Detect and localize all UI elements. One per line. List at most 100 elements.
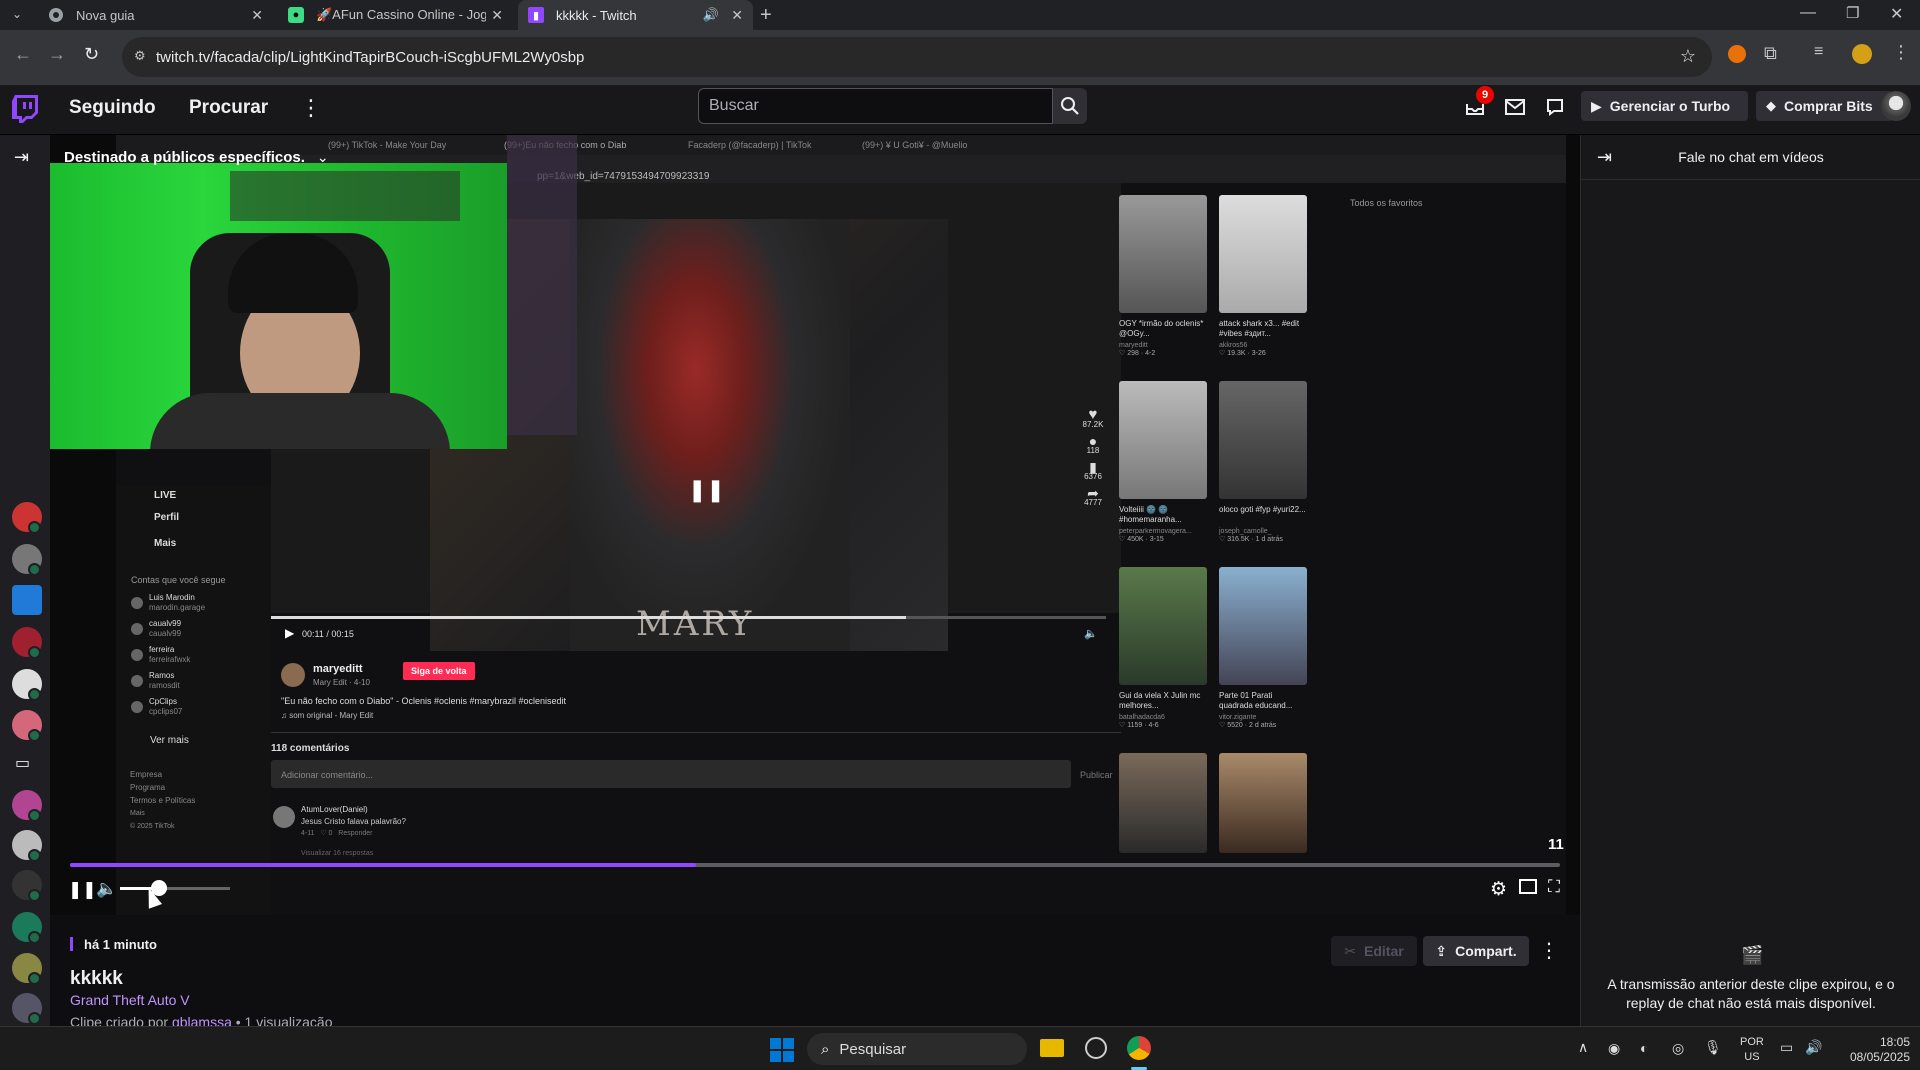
volume-tray-icon[interactable]: 🔊 — [1805, 1039, 1822, 1056]
account-handle: cpclips07 — [149, 707, 183, 716]
url-text: twitch.tv/facada/clip/LightKindTapirBCou… — [156, 48, 585, 66]
search-icon: ⌕ — [821, 1040, 830, 1058]
footer-link: Termos e Políticas — [130, 796, 196, 805]
likes-count: 87.2K — [1082, 420, 1104, 429]
close-icon[interactable]: ✕ — [731, 7, 743, 24]
browse-link[interactable]: Procurar — [189, 97, 268, 119]
search-button[interactable] — [1053, 88, 1087, 124]
embedded-comments-header: 118 comentários — [271, 743, 350, 754]
embedded-commenter-avatar — [273, 806, 295, 828]
chrome-taskbar-icon[interactable] — [1127, 1036, 1151, 1060]
profile-avatar[interactable] — [1852, 44, 1872, 64]
more-options-icon[interactable]: ⋮ — [1539, 938, 1559, 963]
search-input[interactable] — [709, 97, 1052, 115]
fullscreen-icon[interactable]: ⛶ — [1548, 877, 1560, 897]
list-item: CpClips cpclips07 — [131, 697, 266, 717]
clip-title: kkkkk — [70, 968, 123, 989]
embedded-actions: ♥ 87.2K ● 118 ▮ 6376 ➦ 4777 — [1078, 407, 1108, 508]
thumb-user: joseph_camolle_ — [1219, 528, 1272, 535]
notifications-icon[interactable]: 9 — [1464, 86, 1494, 118]
reload-icon[interactable]: ↻ — [84, 44, 99, 65]
thumb-card — [1119, 753, 1207, 853]
clip-game-link[interactable]: Grand Theft Auto V — [70, 992, 190, 1008]
tab-twitch[interactable]: ▮ kkkkk - Twitch 🔊 ✕ — [518, 0, 753, 30]
maximize-button[interactable]: ❐ — [1846, 4, 1859, 22]
list-item: caualv99 caualv99 — [131, 619, 266, 639]
taskbar-search[interactable]: ⌕ Pesquisar — [807, 1033, 1027, 1065]
more-dots-icon[interactable]: ⋮ — [300, 95, 322, 121]
app-icon[interactable] — [1085, 1037, 1107, 1059]
live-indicator — [28, 849, 41, 862]
browser-toolbar: ← → ↻ ⚙ twitch.tv/facada/clip/LightKindT… — [0, 30, 1920, 85]
puzzle-icon[interactable]: ⧉ — [1764, 43, 1777, 64]
embedded-tab: (99+) ¥ U Goti¥ - @Muelio — [862, 140, 968, 150]
close-icon[interactable]: ✕ — [491, 7, 503, 24]
user-avatar[interactable] — [1881, 91, 1911, 121]
address-bar[interactable]: ⚙ twitch.tv/facada/clip/LightKindTapirBC… — [122, 37, 1712, 77]
volume-icon[interactable]: 🔈 — [96, 879, 117, 899]
language-indicator[interactable]: POR US — [1740, 1035, 1764, 1065]
twitch-logo-icon[interactable] — [12, 95, 38, 123]
following-link[interactable]: Seguindo — [69, 97, 156, 119]
edit-label: Editar — [1364, 943, 1404, 959]
network-icon[interactable]: ▭ — [1780, 1039, 1793, 1056]
messages-icon[interactable] — [1504, 96, 1526, 118]
audience-label: Destinado a públicos específicos. — [64, 149, 305, 166]
tab-search-icon[interactable]: ⌄ — [12, 7, 28, 23]
tab-nova-guia[interactable]: Nova guia ✕ — [38, 0, 273, 30]
embedded-accounts-list: Luis Marodin marodin.garage caualv99 caual… — [131, 593, 266, 723]
turbo-button[interactable]: ▶ Gerenciar o Turbo — [1581, 91, 1748, 121]
bookmark-star-icon[interactable]: ☆ — [1680, 46, 1696, 67]
edit-button[interactable]: ✂ Editar — [1331, 936, 1417, 966]
steam-icon[interactable]: ◐ — [1640, 1040, 1648, 1056]
share-button[interactable]: ⇪ Compart. — [1423, 936, 1529, 966]
video-watermark: MARY — [636, 604, 755, 644]
video-player[interactable]: (99+) TikTok - Make Your Day (99+)Eu não… — [50, 135, 1580, 915]
windows-start-icon[interactable] — [770, 1038, 794, 1062]
tab-title: 🚀AFun Cassino Online - Jogo — [316, 7, 486, 22]
pause-button[interactable]: ❚❚ — [68, 880, 97, 900]
tab-title: kkkkk - Twitch — [556, 7, 637, 23]
embedded-footer: Empresa Programa Termos e Políticas Mais… — [130, 768, 195, 833]
chevron-up-icon[interactable]: ∧ — [1578, 1039, 1588, 1056]
close-window-button[interactable]: ✕ — [1890, 4, 1903, 24]
microphone-icon[interactable]: 🎙 — [1704, 1039, 1722, 1056]
embedded-publish: Publicar — [1080, 770, 1113, 780]
audience-dropdown[interactable]: Destinado a públicos específicos. ⌄ — [64, 149, 329, 166]
theatre-mode-icon[interactable] — [1519, 879, 1537, 894]
video-camera-icon[interactable]: ▭ — [15, 753, 30, 773]
settings-gear-icon[interactable]: ⚙ — [1490, 878, 1507, 901]
time-remaining: 11 — [1548, 836, 1564, 853]
discord-icon[interactable]: ◉ — [1608, 1040, 1620, 1057]
expand-sidebar-icon[interactable]: ⇥ — [14, 147, 29, 168]
clock[interactable]: 18:05 08/05/2025 — [1832, 1035, 1910, 1065]
embedded-tab: (99+) TikTok - Make Your Day — [328, 140, 447, 150]
thumb-card — [1219, 753, 1307, 853]
whispers-icon[interactable] — [1544, 96, 1566, 118]
volume-slider[interactable] — [120, 880, 230, 896]
speaker-icon[interactable]: 🔊 — [703, 7, 719, 23]
thumb-stats: ♡ 316.5K · 1 d atrás — [1219, 536, 1283, 543]
site-info-icon[interactable]: ⚙ — [134, 48, 146, 64]
back-icon[interactable]: ← — [14, 44, 32, 65]
minimize-button[interactable]: — — [1800, 4, 1816, 22]
buy-bits-button[interactable]: ◆ Comprar Bits — [1756, 91, 1893, 121]
forward-icon[interactable]: → — [48, 44, 66, 65]
thumb-card: OGY *irmão do oclenis* @OGy... maryeditt… — [1119, 195, 1207, 357]
close-icon[interactable]: ✕ — [251, 7, 263, 24]
file-explorer-icon[interactable] — [1040, 1039, 1064, 1057]
embedded-comment-box — [271, 760, 1071, 788]
seek-bar-fill — [70, 863, 696, 867]
live-indicator — [28, 972, 41, 985]
app-tray-icon[interactable]: ◎ — [1672, 1040, 1684, 1057]
language-primary: POR — [1740, 1036, 1764, 1048]
chevron-down-icon: ⌄ — [316, 149, 329, 165]
new-tab-button[interactable]: + — [760, 4, 772, 27]
menu-dots-icon[interactable]: ⋮ — [1892, 42, 1910, 63]
extension-icon[interactable] — [1728, 45, 1746, 63]
seek-bar[interactable] — [70, 863, 1560, 867]
tab-afun-cassino[interactable]: ● 🚀AFun Cassino Online - Jogo ✕ — [278, 0, 513, 30]
sidebar-channel-avatar[interactable] — [12, 585, 42, 615]
thumb-title: Volteiiii 🌚 🌚 #homemaranha... — [1119, 505, 1182, 524]
media-icon[interactable]: ≡ — [1814, 43, 1823, 61]
